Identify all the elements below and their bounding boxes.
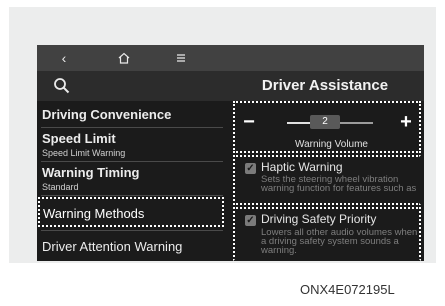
sidebar-item-sublabel: Standard [42,182,79,192]
driving-safety-priority-label: Driving Safety Priority [261,212,377,226]
sidebar-item-label: Driving Convenience [42,107,172,122]
infotainment-screen: ‹ Driver Assistance Driving Convenience … [37,45,424,261]
sidebar-item-sublabel: Speed Limit Warning [42,148,126,158]
haptic-warning-option[interactable]: ✓ Haptic Warning Sets the steering wheel… [233,155,421,205]
home-icon[interactable] [113,45,135,71]
divider [41,161,223,162]
sidebar-item-label: Warning Timing [42,165,140,180]
sidebar-item-warning-methods[interactable]: Warning Methods [38,197,224,227]
driving-safety-priority-checkbox[interactable]: ✓ [245,215,256,226]
sidebar-menu: Driving Convenience Speed Limit Speed Li… [37,101,227,261]
warning-volume-label: Warning Volume [295,139,368,150]
settings-panel: − 2 + Warning Volume ✓ Haptic Warning Se… [231,101,424,261]
divider [41,195,223,196]
warning-volume-control: − 2 + Warning Volume [233,101,421,153]
haptic-warning-label: Haptic Warning [261,160,343,174]
volume-plus-button[interactable]: + [395,111,417,133]
haptic-warning-description: Sets the steering wheel vibration warnin… [261,175,417,194]
volume-minus-button[interactable]: − [238,111,260,133]
divider [41,127,223,128]
figure-caption: ONX4E072195L [300,282,395,297]
page-title: Driver Assistance [261,77,389,94]
sidebar-item-label: Driver Attention Warning [42,239,183,254]
chevron-left-icon[interactable]: ‹ [53,45,75,71]
title-bar: Driver Assistance [37,71,424,101]
divider [41,230,223,231]
sidebar-item-label: Speed Limit [42,131,116,146]
sidebar-item-label: Warning Methods [43,206,145,221]
driving-safety-priority-option[interactable]: ✓ Driving Safety Priority Lowers all oth… [233,207,421,261]
menu-icon[interactable] [170,45,192,71]
haptic-warning-checkbox[interactable]: ✓ [245,163,256,174]
driving-safety-priority-description: Lowers all other audio volumes when a dr… [261,228,418,256]
top-navigation-bar: ‹ [37,45,424,71]
search-icon[interactable] [53,77,71,95]
volume-slider-knob[interactable]: 2 [310,115,340,129]
